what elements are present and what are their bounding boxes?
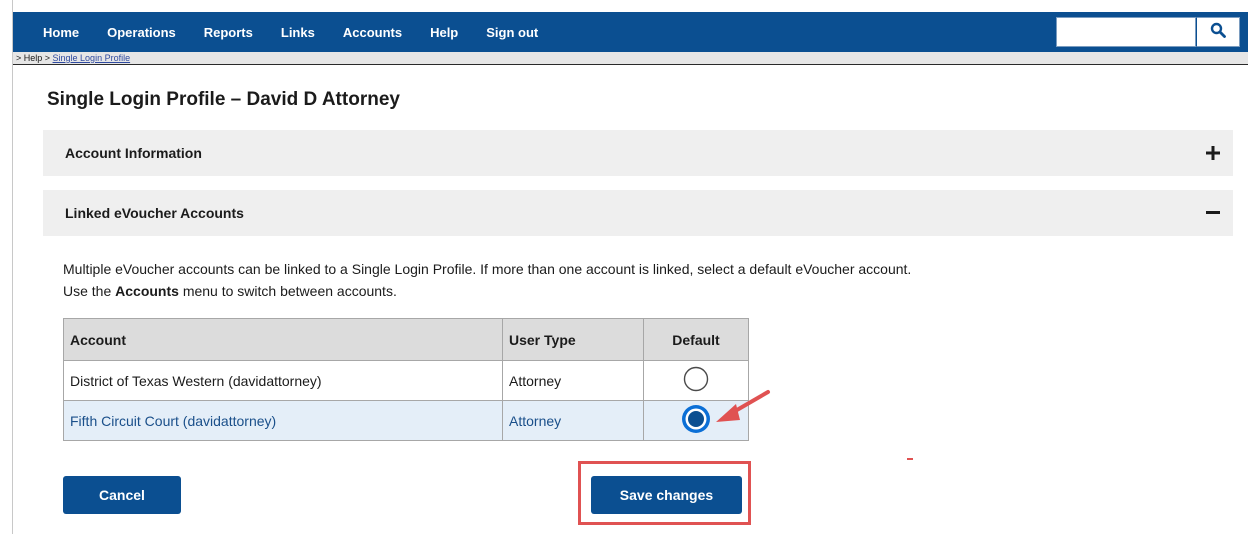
linked-evoucher-accounts-section-header[interactable]: Linked eVoucher Accounts (43, 190, 1233, 236)
account-cell: District of Texas Western (davidattorney… (63, 360, 503, 401)
user-type-cell: Attorney (502, 360, 644, 401)
search-input[interactable] (1056, 17, 1196, 47)
default-radio-selected[interactable] (681, 404, 711, 434)
save-button-highlight-annotation (578, 461, 751, 525)
nav-operations[interactable]: Operations (79, 25, 176, 40)
table-header-row: Account User Type Default (63, 318, 749, 361)
page-title: Single Login Profile – David D Attorney (47, 89, 400, 110)
nav-home[interactable]: Home (13, 25, 79, 40)
column-header-account: Account (63, 318, 503, 361)
page-left-rule (12, 0, 13, 534)
account-cell: Fifth Circuit Court (davidattorney) (63, 400, 503, 441)
plus-icon[interactable] (1193, 146, 1233, 160)
linked-evoucher-accounts-title: Linked eVoucher Accounts (65, 205, 244, 221)
minus-icon[interactable] (1193, 211, 1233, 215)
breadcrumb-prefix: > Help > (16, 53, 53, 63)
nav-sign-out[interactable]: Sign out (458, 25, 538, 40)
red-arrow-icon (710, 388, 772, 433)
search-icon (1210, 22, 1226, 43)
column-header-user-type: User Type (502, 318, 644, 361)
nav-accounts[interactable]: Accounts (315, 25, 402, 40)
table-row: Fifth Circuit Court (davidattorney) Atto… (63, 400, 749, 441)
breadcrumb-current-link[interactable]: Single Login Profile (53, 53, 131, 63)
linked-accounts-description: Multiple eVoucher accounts can be linked… (63, 258, 911, 302)
search-button[interactable] (1196, 17, 1240, 47)
red-mark-decoration (907, 458, 913, 460)
default-radio-unselected[interactable] (683, 366, 709, 392)
account-information-title: Account Information (65, 145, 202, 161)
table-row: District of Texas Western (davidattorney… (63, 360, 749, 401)
linked-accounts-table: Account User Type Default District of Te… (63, 318, 749, 441)
description-accounts-emphasis: Accounts (115, 283, 179, 299)
breadcrumb: > Help > Single Login Profile (13, 52, 1248, 65)
description-line-2: Use the Accounts menu to switch between … (63, 280, 911, 302)
search-box (1056, 17, 1240, 47)
nav-reports[interactable]: Reports (176, 25, 253, 40)
top-navigation-bar: Home Operations Reports Links Accounts H… (13, 12, 1248, 52)
user-type-cell: Attorney (502, 400, 644, 441)
cancel-button[interactable]: Cancel (63, 476, 181, 514)
description-line-2-prefix: Use the (63, 283, 116, 299)
description-line-2-suffix: menu to switch between accounts. (178, 283, 397, 299)
nav-links[interactable]: Links (253, 25, 315, 40)
nav-help[interactable]: Help (402, 25, 458, 40)
column-header-default: Default (643, 318, 749, 361)
description-line-1: Multiple eVoucher accounts can be linked… (63, 261, 912, 277)
account-information-section-header[interactable]: Account Information (43, 130, 1233, 176)
